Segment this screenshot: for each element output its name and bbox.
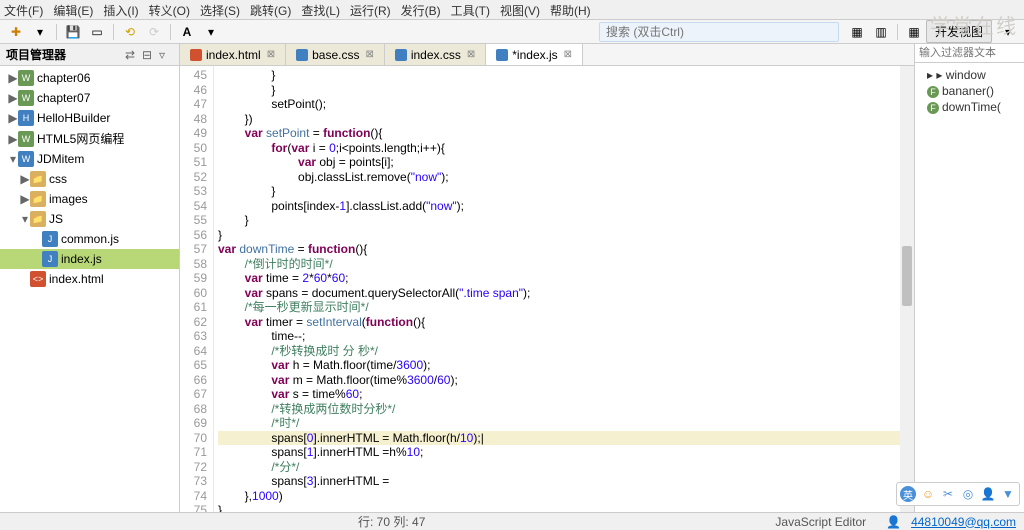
tab-index.html[interactable]: index.html⊠ <box>180 44 286 65</box>
close-icon[interactable]: ⊠ <box>267 49 275 60</box>
menu-运行(R)[interactable]: 运行(R) <box>350 2 391 17</box>
floating-toolbar: 英 ☺ ✂ ◎ 👤 ▼ <box>896 482 1020 506</box>
dropdown3-icon[interactable]: ▾ <box>999 23 1017 41</box>
outline-panel: ▸ ▸ windowFbananer()FdownTime( <box>914 44 1024 512</box>
dev-view-button[interactable]: 开发视图 <box>926 20 992 43</box>
outline-list: ▸ ▸ windowFbananer()FdownTime( <box>915 63 1024 119</box>
code-content[interactable]: } } setPoint(); }) var setPoint = functi… <box>214 66 914 512</box>
tree-item-JS[interactable]: ▾📁JS <box>0 209 179 229</box>
menu-跳转(G)[interactable]: 跳转(G) <box>250 2 291 17</box>
tree-item-common.js[interactable]: Jcommon.js <box>0 229 179 249</box>
down-icon[interactable]: ▼ <box>1000 486 1016 502</box>
editor-lang: JavaScript Editor <box>775 515 866 529</box>
tree-item-images[interactable]: ▶📁images <box>0 189 179 209</box>
scrollbar-vertical[interactable] <box>900 66 914 512</box>
target-icon[interactable]: ◎ <box>960 486 976 502</box>
person-icon[interactable]: 👤 <box>980 486 996 502</box>
dropdown2-icon[interactable]: ▾ <box>202 23 220 41</box>
grid-icon[interactable]: ▦ <box>905 23 923 41</box>
tab-base.css[interactable]: base.css⊠ <box>286 44 385 65</box>
user-icon: 👤 <box>886 515 901 529</box>
tree-item-chapter07[interactable]: ▶Wchapter07 <box>0 88 179 108</box>
new-icon[interactable]: ✚ <box>7 23 25 41</box>
menu-帮助(H)[interactable]: 帮助(H) <box>550 2 591 17</box>
tab-*index.js[interactable]: *index.js⊠ <box>486 44 583 65</box>
save-icon[interactable]: 💾 <box>64 23 82 41</box>
outline-item[interactable]: Fbananer() <box>919 83 1020 99</box>
text-a-icon[interactable]: A <box>178 23 196 41</box>
project-tree: ▶Wchapter06▶Wchapter07▶HHelloHBuilder▶WH… <box>0 66 179 512</box>
outline-item[interactable]: ▸ ▸ window <box>919 67 1020 83</box>
close-icon[interactable]: ⊠ <box>467 49 475 60</box>
outline-filter-input[interactable] <box>915 44 1024 63</box>
close-icon[interactable]: ⊠ <box>564 49 572 60</box>
cursor-position: 行: 70 列: 47 <box>358 513 425 530</box>
menu-视图(V)[interactable]: 视图(V) <box>500 2 540 17</box>
menu-文件(F)[interactable]: 文件(F) <box>4 2 43 17</box>
tree-item-index.html[interactable]: <>index.html <box>0 269 179 289</box>
layout2-icon[interactable]: ▥ <box>872 23 890 41</box>
user-link[interactable]: 44810049@qq.com <box>911 515 1016 529</box>
code-editor[interactable]: 4546474849505152535455565758596061626364… <box>180 66 914 512</box>
back-icon[interactable]: ⟲ <box>121 23 139 41</box>
ime-icon[interactable]: 英 <box>900 486 916 502</box>
line-gutter: 4546474849505152535455565758596061626364… <box>180 66 214 512</box>
tree-item-JDMitem[interactable]: ▾WJDMitem <box>0 149 179 169</box>
menu-编辑(E)[interactable]: 编辑(E) <box>53 2 93 17</box>
search-input[interactable] <box>599 22 839 42</box>
forward-icon[interactable]: ⟳ <box>145 23 163 41</box>
tab-index.css[interactable]: index.css⊠ <box>385 44 486 65</box>
collapse-icon[interactable]: ⊟ <box>142 48 156 62</box>
menu-转义(O)[interactable]: 转义(O) <box>149 2 190 17</box>
tree-item-HTML5网页编程[interactable]: ▶WHTML5网页编程 <box>0 128 179 149</box>
menu-工具(T)[interactable]: 工具(T) <box>451 2 490 17</box>
close-icon[interactable]: ⊠ <box>365 49 373 60</box>
layout1-icon[interactable]: ▦ <box>848 23 866 41</box>
scissors-icon[interactable]: ✂ <box>940 486 956 502</box>
box-icon[interactable]: ▭ <box>88 23 106 41</box>
link-icon[interactable]: ⇄ <box>125 48 139 62</box>
menu-插入(I)[interactable]: 插入(I) <box>103 2 138 17</box>
dropdown-icon[interactable]: ▾ <box>31 23 49 41</box>
project-panel-title: 项目管理器 <box>6 46 122 63</box>
menubar: 文件(F) 编辑(E) 插入(I) 转义(O) 选择(S) 跳转(G) 查找(L) 运行(R)… <box>0 0 1024 20</box>
tree-item-css[interactable]: ▶📁css <box>0 169 179 189</box>
editor-tabs: index.html⊠base.css⊠index.css⊠*index.js⊠ <box>180 44 914 66</box>
statusbar: 行: 70 列: 47 JavaScript Editor 👤 44810049… <box>0 512 1024 530</box>
outline-item[interactable]: FdownTime( <box>919 99 1020 115</box>
menu-查找(L)[interactable]: 查找(L) <box>301 2 340 17</box>
menu-选择(S)[interactable]: 选择(S) <box>200 2 240 17</box>
tree-item-index.js[interactable]: Jindex.js <box>0 249 179 269</box>
menu-发行(B)[interactable]: 发行(B) <box>401 2 441 17</box>
menu-icon[interactable]: ▿ <box>159 48 173 62</box>
tree-item-chapter06[interactable]: ▶Wchapter06 <box>0 68 179 88</box>
tree-item-HelloHBuilder[interactable]: ▶HHelloHBuilder <box>0 108 179 128</box>
project-panel: 项目管理器 ⇄ ⊟ ▿ ▶Wchapter06▶Wchapter07▶HHell… <box>0 44 180 512</box>
emoji-icon[interactable]: ☺ <box>920 486 936 502</box>
toolbar: ✚ ▾ 💾 ▭ ⟲ ⟳ A ▾ ▦ ▥ ▦ 开发视图 ▾ 学堂在线 <box>0 20 1024 44</box>
